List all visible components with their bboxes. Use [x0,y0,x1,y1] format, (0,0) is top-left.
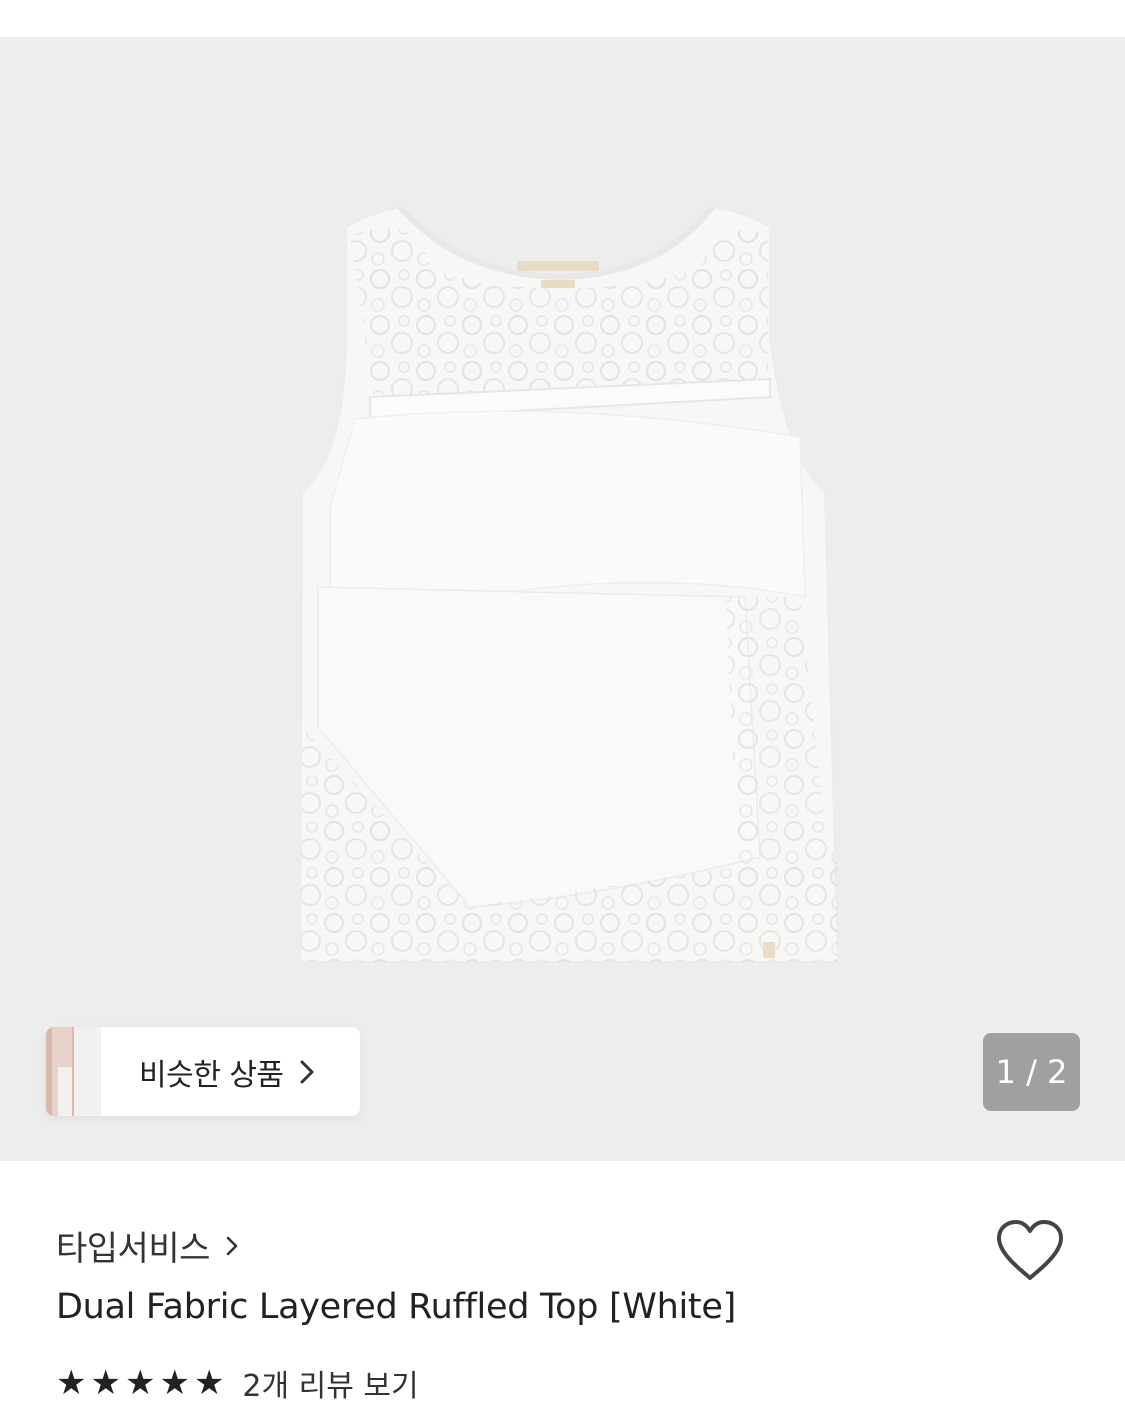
similar-products-label: 비슷한 상품 [139,1057,284,1093]
similar-products-button[interactable]: 비슷한 상품 [46,1027,360,1116]
review-link[interactable]: 2개 리뷰 보기 [242,1361,418,1405]
rating-row[interactable]: ★ ★ ★ ★ ★ 2개 리뷰 보기 [56,1361,419,1405]
star-icon: ★ [124,1363,156,1403]
star-icon: ★ [56,1363,87,1403]
product-image-gallery[interactable]: 비슷한 상품 1 / 2 [0,37,1125,1161]
product-image [298,205,840,963]
product-title: Dual Fabric Layered Ruffled Top [White] [56,1287,736,1327]
star-icon: ★ [159,1363,190,1403]
garment-label [517,261,599,271]
image-page-counter: 1 / 2 [983,1033,1080,1111]
star-icon: ★ [90,1363,121,1403]
star-rating: ★ ★ ★ ★ ★ [56,1366,228,1400]
similar-product-thumbnail [46,1027,101,1116]
product-info: 타입서비스 Dual Fabric Layered Ruffled Top [W… [0,1161,1125,1404]
brand-name: 타입서비스 [56,1229,210,1269]
chevron-right-icon [224,1233,240,1259]
star-icon: ★ [193,1363,225,1403]
brand-link[interactable]: 타입서비스 [56,1221,240,1270]
chevron-right-icon [298,1058,316,1086]
heart-outline-icon[interactable] [995,1219,1065,1283]
top-spacer [0,0,1125,37]
